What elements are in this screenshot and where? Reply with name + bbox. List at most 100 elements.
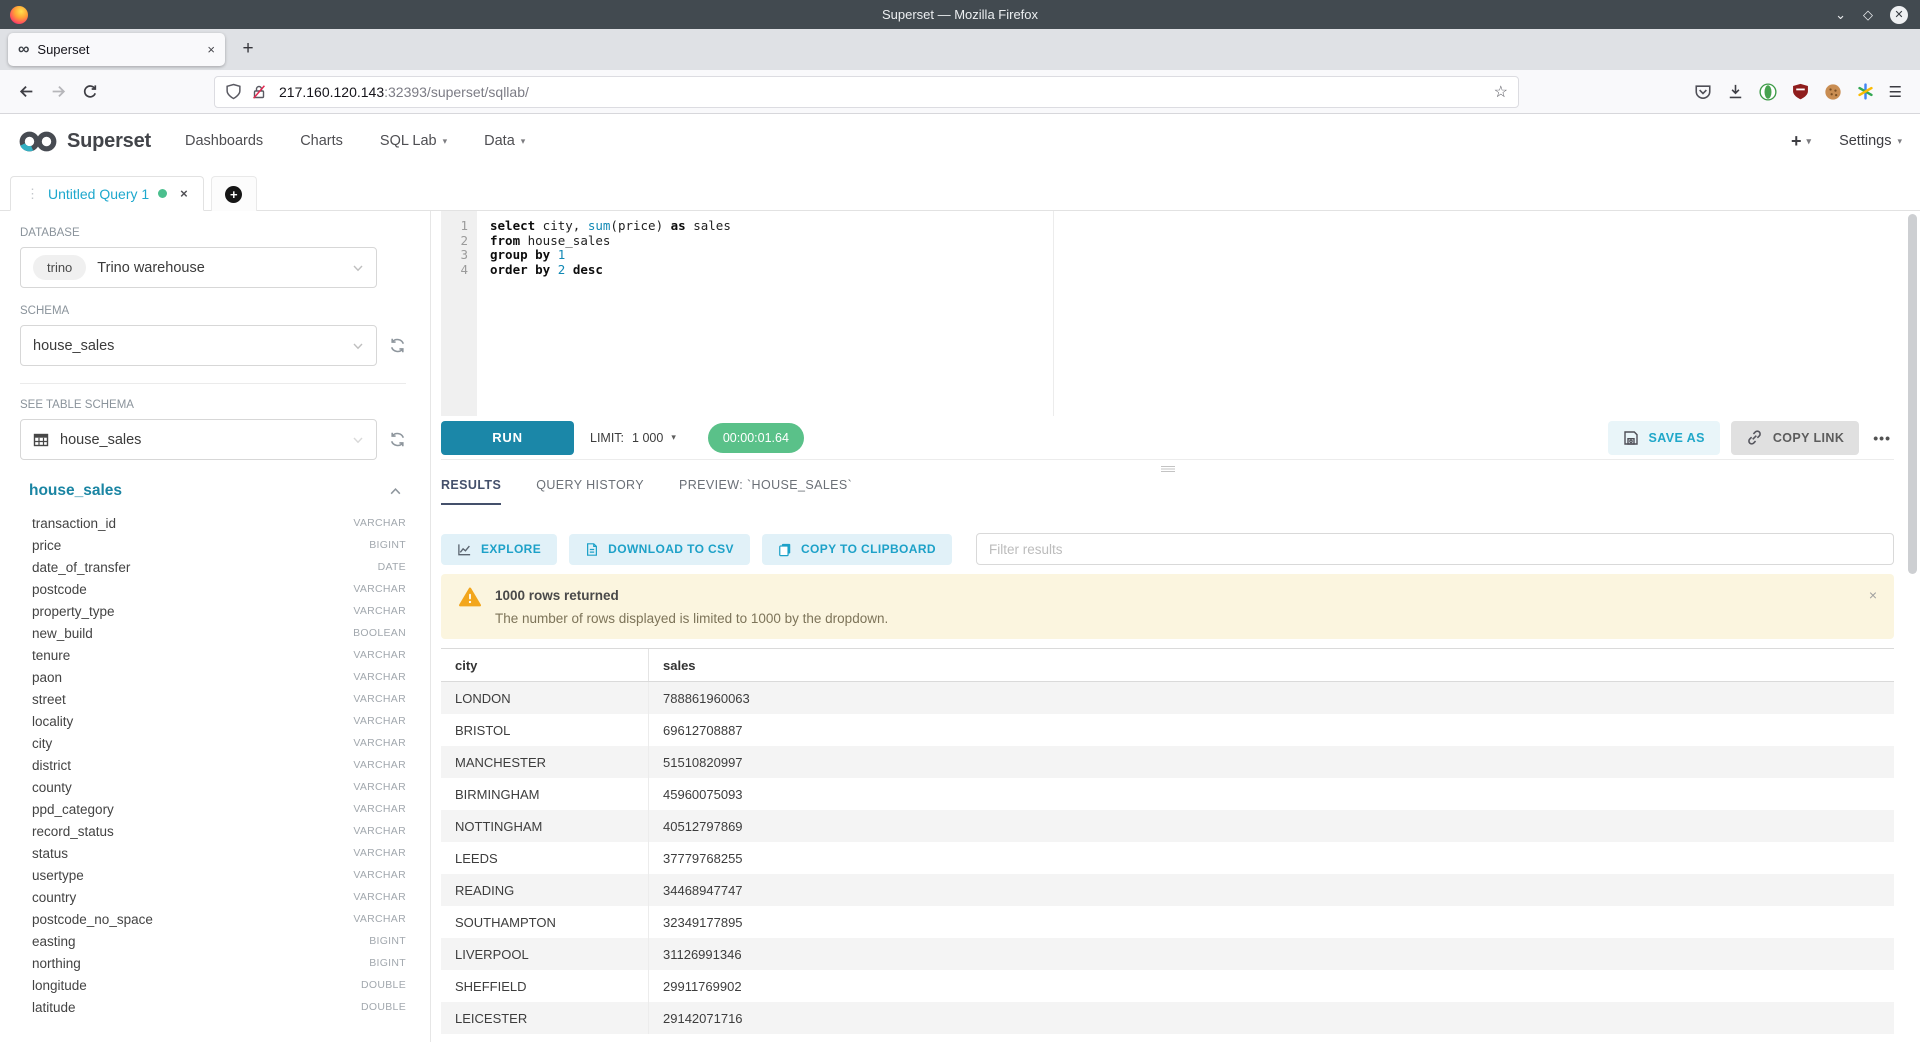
nav-item-sql-lab[interactable]: SQL Lab▾ [380,133,447,149]
page-scrollbar[interactable] [1906,211,1920,1042]
column-header-sales[interactable]: sales [649,649,1894,681]
tab-query-history[interactable]: QUERY HISTORY [536,478,644,505]
schema-column-row[interactable]: countyVARCHAR [20,776,406,798]
table-row[interactable]: SHEFFIELD29911769902 [441,970,1894,1002]
reload-icon[interactable] [74,76,106,108]
nav-item-dashboards[interactable]: Dashboards [185,133,263,149]
run-button[interactable]: RUN [441,421,574,455]
schema-column-row[interactable]: postcode_no_spaceVARCHAR [20,908,406,930]
schema-column-row[interactable]: northingBIGINT [20,952,406,974]
limit-label: LIMIT: [590,431,624,445]
minimize-chevron-icon[interactable]: ⌄ [1835,8,1846,21]
explore-button[interactable]: EXPLORE [441,534,557,565]
table-row[interactable]: SOUTHAMPTON32349177895 [441,906,1894,938]
alert-close-icon[interactable]: × [1869,587,1877,603]
query-tab-close-icon[interactable]: × [180,186,188,201]
schema-column-row[interactable]: date_of_transferDATE [20,556,406,578]
link-icon [1746,429,1763,446]
url-bar[interactable]: 217.160.120.143:32393/superset/sqllab/ ☆ [214,76,1519,108]
schema-column-row[interactable]: countryVARCHAR [20,886,406,908]
menu-icon[interactable]: ☰ [1889,83,1902,101]
schema-column-row[interactable]: districtVARCHAR [20,754,406,776]
lock-slash-icon[interactable] [251,84,267,100]
table-row[interactable]: MANCHESTER51510820997 [441,746,1894,778]
schema-column-row[interactable]: statusVARCHAR [20,842,406,864]
back-icon[interactable] [10,76,42,108]
tab-preview-house-sales[interactable]: PREVIEW: `HOUSE_SALES` [679,478,852,505]
download-icon[interactable] [1727,83,1744,100]
table-heading[interactable]: house_sales [29,482,122,500]
schema-column-row[interactable]: eastingBIGINT [20,930,406,952]
chevron-down-icon [352,434,364,446]
database-select[interactable]: trino Trino warehouse [20,247,377,288]
pocket-icon[interactable] [1694,83,1712,101]
tab-close-icon[interactable]: × [207,42,215,57]
editor-code[interactable]: select city, sum(price) as salesfrom hou… [477,211,1894,416]
schema-column-row[interactable]: cityVARCHAR [20,732,406,754]
filter-results-input[interactable] [976,533,1894,565]
save-as-button[interactable]: SAVE AS [1608,421,1720,455]
schema-column-row[interactable]: transaction_idVARCHAR [20,512,406,534]
chevron-down-icon: ▾ [1807,136,1812,147]
bookmark-star-icon[interactable]: ☆ [1494,82,1508,102]
shield-icon[interactable] [225,83,242,100]
nav-item-charts[interactable]: Charts [300,133,343,149]
settings-menu[interactable]: Settings▾ [1839,133,1902,149]
forward-icon[interactable] [42,76,74,108]
privacy-mask-icon[interactable] [1759,83,1777,101]
query-tab-untitled-query-1[interactable]: ⋮ Untitled Query 1 × [10,176,204,211]
pane-splitter[interactable] [441,460,1894,478]
table-row[interactable]: NOTTINGHAM40512797869 [441,810,1894,842]
superset-logo-icon [18,130,58,153]
schema-column-row[interactable]: postcodeVARCHAR [20,578,406,600]
close-circle-icon[interactable]: ✕ [1890,6,1908,24]
schema-column-row[interactable]: record_statusVARCHAR [20,820,406,842]
table-row[interactable]: LIVERPOOL31126991346 [441,938,1894,970]
table-row[interactable]: LONDON788861960063 [441,682,1894,714]
schema-column-row[interactable]: new_buildBOOLEAN [20,622,406,644]
schema-column-row[interactable]: latitudeDOUBLE [20,996,406,1018]
browser-tab-superset[interactable]: ∞ Superset × [8,33,225,66]
schema-column-row[interactable]: property_typeVARCHAR [20,600,406,622]
new-tab-button[interactable]: + [233,34,263,64]
schema-select[interactable]: house_sales [20,325,377,366]
url-host: 217.160.120.143 [279,84,384,100]
refresh-tables-icon[interactable] [389,431,406,448]
sql-editor[interactable]: 1234 select city, sum(price) as salesfro… [441,211,1894,416]
table-row[interactable]: BIRMINGHAM45960075093 [441,778,1894,810]
table-select[interactable]: house_sales [20,419,377,460]
new-object-button[interactable]: +▾ [1791,131,1811,152]
schema-value: house_sales [33,338,114,354]
add-query-tab-button[interactable]: + [211,176,257,211]
schema-column-row[interactable]: paonVARCHAR [20,666,406,688]
schema-column-row[interactable]: tenureVARCHAR [20,644,406,666]
copy-to-clipboard-button[interactable]: COPY TO CLIPBOARD [762,534,952,565]
table-row[interactable]: READING34468947747 [441,874,1894,906]
copy-link-button[interactable]: COPY LINK [1731,421,1859,455]
cookie-icon[interactable] [1824,83,1842,101]
schema-column-row[interactable]: usertypeVARCHAR [20,864,406,886]
table-row[interactable]: BRISTOL69612708887 [441,714,1894,746]
schema-column-row[interactable]: streetVARCHAR [20,688,406,710]
schema-column-row[interactable]: localityVARCHAR [20,710,406,732]
table-row[interactable]: LEICESTER29142071716 [441,1002,1894,1034]
download-csv-button[interactable]: DOWNLOAD TO CSV [569,534,750,565]
url-text[interactable]: 217.160.120.143:32393/superset/sqllab/ [279,84,529,100]
ublock-shield-icon[interactable] [1792,83,1809,100]
nav-item-data[interactable]: Data▾ [484,133,525,149]
scrollbar-thumb[interactable] [1908,214,1917,574]
schema-column-row[interactable]: priceBIGINT [20,534,406,556]
superset-brand[interactable]: Superset [18,130,151,153]
drag-handle-icon[interactable]: ⋮ [26,186,39,202]
more-actions-button[interactable]: ••• [1870,430,1894,446]
maximize-diamond-icon[interactable]: ◇ [1863,8,1873,21]
tab-results[interactable]: RESULTS [441,478,501,505]
schema-column-row[interactable]: ppd_categoryVARCHAR [20,798,406,820]
limit-dropdown[interactable]: LIMIT: 1 000 ▾ [590,431,676,445]
refresh-schema-icon[interactable] [389,337,406,354]
collapse-chevron-up-icon[interactable] [389,485,402,498]
colorful-asterisk-icon[interactable] [1857,83,1874,100]
schema-column-row[interactable]: longitudeDOUBLE [20,974,406,996]
column-header-city[interactable]: city [441,649,649,681]
table-row[interactable]: LEEDS37779768255 [441,842,1894,874]
